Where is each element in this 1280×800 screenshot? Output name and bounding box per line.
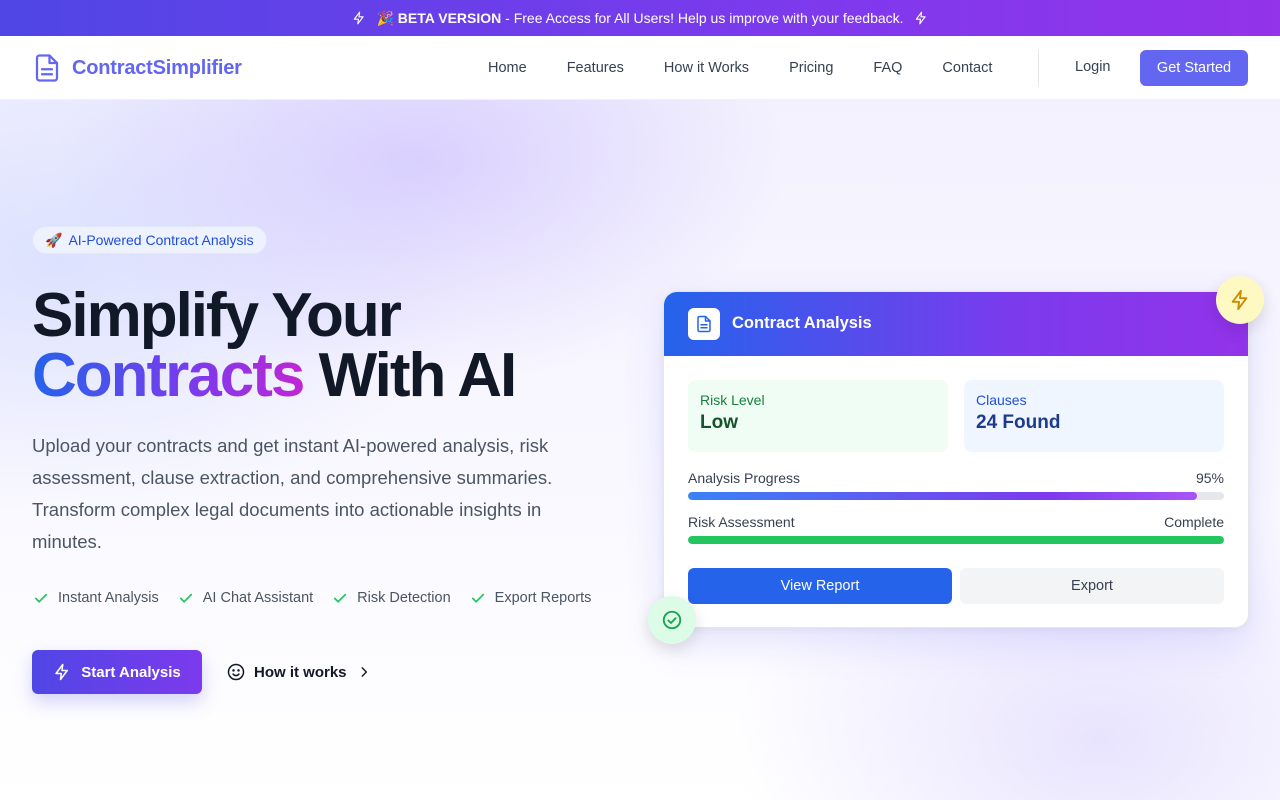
top-nav: ContractSimplifier Home Features How it … (0, 36, 1280, 100)
check-icon (34, 593, 48, 603)
analysis-progress-row: Analysis Progress 95% (688, 470, 1224, 486)
nav-links: Home Features How it Works Pricing FAQ C… (468, 36, 1012, 100)
analysis-progress-bar (688, 492, 1224, 500)
card-header: Contract Analysis (664, 292, 1248, 356)
risk-assessment-value: Complete (1164, 514, 1224, 530)
brand-name: ContractSimplifier (72, 56, 242, 79)
hero-title-line1: Simplify Your (32, 281, 402, 350)
nav-faq[interactable]: FAQ (853, 60, 922, 76)
hero-section: 🚀 AI-Powered Contract Analysis Simplify … (0, 100, 1280, 800)
hero-title-rest: With AI (303, 341, 518, 410)
risk-level-stat: Risk Level Low (688, 380, 948, 452)
chevron-right-icon (361, 667, 367, 677)
rocket-emoji: 🚀 (45, 231, 63, 248)
hero-pill: 🚀 AI-Powered Contract Analysis (32, 226, 267, 254)
brand-logo[interactable]: ContractSimplifier (32, 53, 242, 83)
hero-description: Upload your contracts and get instant AI… (32, 435, 553, 552)
feature-label: Risk Detection (357, 590, 451, 606)
feature-item: Export Reports (469, 589, 592, 607)
nav-how-it-works[interactable]: How it Works (644, 60, 769, 76)
clauses-stat: Clauses 24 Found (964, 380, 1224, 452)
feature-item: AI Chat Assistant (177, 589, 313, 607)
export-button[interactable]: Export (960, 568, 1224, 604)
how-it-works-label: How it works (254, 663, 347, 681)
feature-item: Risk Detection (331, 589, 451, 607)
start-analysis-label: Start Analysis (81, 663, 181, 681)
view-report-button[interactable]: View Report (688, 568, 952, 604)
risk-assessment-fill (688, 536, 1224, 544)
card-doc-badge (688, 308, 720, 340)
analysis-progress-label: Analysis Progress (688, 470, 801, 486)
risk-assessment-bar (688, 536, 1224, 544)
card-title: Contract Analysis (732, 314, 872, 332)
check-icon (471, 593, 484, 603)
start-analysis-button[interactable]: Start Analysis (32, 650, 202, 694)
clauses-label: Clauses (976, 392, 1027, 408)
nav-features[interactable]: Features (547, 60, 644, 76)
analysis-progress-fill (688, 492, 1198, 500)
lightning-icon (354, 11, 365, 25)
check-icon (334, 593, 347, 603)
floating-bolt-badge (1216, 276, 1264, 324)
lightning-icon (915, 11, 926, 25)
how-it-works-button[interactable]: How it works (226, 660, 371, 684)
analysis-progress-value: 95% (1195, 470, 1224, 486)
clauses-value: 24 Found (976, 412, 1061, 433)
feature-list: Instant Analysis AI Chat Assistant Risk … (32, 589, 591, 607)
hero-title: Simplify Your Contracts With AI (32, 281, 517, 407)
nav-contact[interactable]: Contact (922, 60, 1012, 76)
get-started-button[interactable]: Get Started (1140, 50, 1248, 86)
feature-label: AI Chat Assistant (202, 590, 314, 606)
document-icon (697, 315, 711, 333)
check-icon (179, 593, 192, 603)
nav-home[interactable]: Home (468, 60, 547, 76)
banner-text: - Free Access for All Users! Help us imp… (501, 9, 904, 26)
floating-check-badge (648, 596, 696, 644)
feature-label: Instant Analysis (58, 590, 159, 606)
nav-pricing[interactable]: Pricing (769, 60, 853, 76)
party-emoji: 🎉 (376, 9, 394, 26)
hero-pill-label: AI-Powered Contract Analysis (68, 232, 254, 248)
risk-assessment-label: Risk Assessment (688, 514, 795, 530)
feature-item: Instant Analysis (32, 589, 159, 607)
risk-assessment-row: Risk Assessment Complete (688, 514, 1224, 530)
contract-analysis-card: Contract Analysis Risk Level Low Clauses… (663, 291, 1249, 628)
hero-title-highlight: Contracts (32, 341, 305, 410)
check-circle-icon (662, 610, 682, 630)
nav-divider (1038, 50, 1039, 86)
risk-level-value: Low (700, 412, 738, 433)
beta-banner: 🎉 BETA VERSION - Free Access for All Use… (0, 0, 1280, 36)
document-icon (35, 54, 59, 82)
risk-level-label: Risk Level (700, 392, 765, 408)
smile-icon (227, 663, 245, 681)
lightning-icon (55, 663, 69, 681)
feature-label: Export Reports (494, 590, 592, 606)
lightning-icon (1231, 289, 1248, 311)
login-link[interactable]: Login (1075, 59, 1110, 75)
banner-bold: BETA VERSION (397, 9, 502, 26)
